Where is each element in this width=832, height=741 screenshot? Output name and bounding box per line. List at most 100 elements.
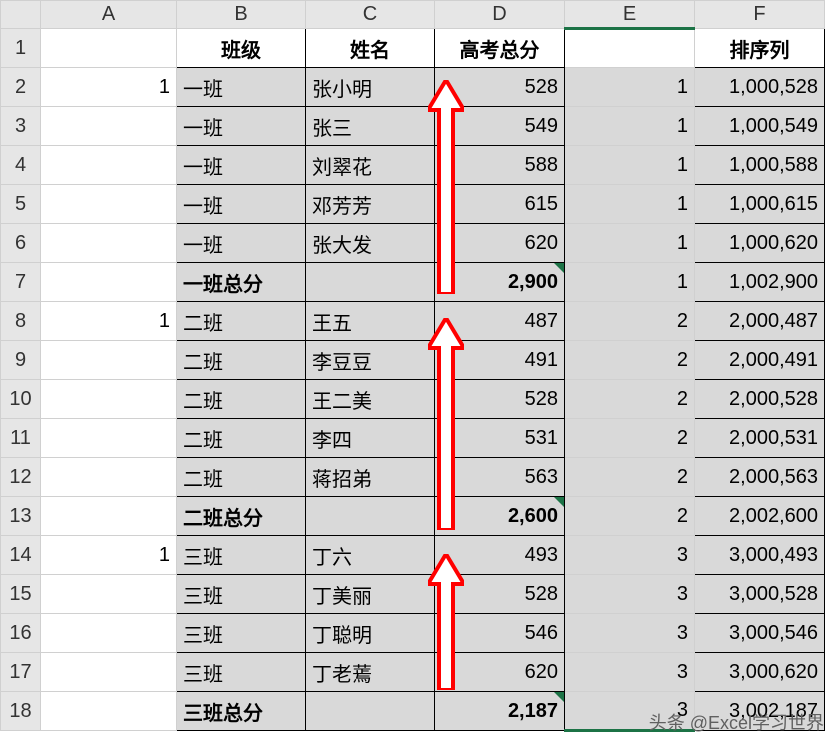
cell-D1[interactable]: 高考总分 (435, 29, 565, 68)
row-header-17[interactable]: 17 (1, 653, 41, 692)
cell-A18[interactable] (41, 692, 177, 731)
cell-C3[interactable]: 张三 (306, 107, 435, 146)
cell-F9[interactable]: 2,000,491 (695, 341, 825, 380)
cell-F10[interactable]: 2,000,528 (695, 380, 825, 419)
cell-B8[interactable]: 二班 (177, 302, 306, 341)
cell-A5[interactable] (41, 185, 177, 224)
cell-B16[interactable]: 三班 (177, 614, 306, 653)
cell-C6[interactable]: 张大发 (306, 224, 435, 263)
cell-F14[interactable]: 3,000,493 (695, 536, 825, 575)
cell-C7[interactable] (306, 263, 435, 302)
cell-E5[interactable]: 1 (565, 185, 695, 224)
cell-E14[interactable]: 3 (565, 536, 695, 575)
cell-B1[interactable]: 班级 (177, 29, 306, 68)
cell-B13[interactable]: 二班总分 (177, 497, 306, 536)
cell-D2[interactable]: 528 (435, 68, 565, 107)
row-header-11[interactable]: 11 (1, 419, 41, 458)
cell-B3[interactable]: 一班 (177, 107, 306, 146)
cell-B18[interactable]: 三班总分 (177, 692, 306, 731)
cell-D11[interactable]: 531 (435, 419, 565, 458)
cell-E7[interactable]: 1 (565, 263, 695, 302)
cell-B14[interactable]: 三班 (177, 536, 306, 575)
cell-A9[interactable] (41, 341, 177, 380)
cell-D9[interactable]: 491 (435, 341, 565, 380)
cell-F8[interactable]: 2,000,487 (695, 302, 825, 341)
cell-D18[interactable]: 2,187 (435, 692, 565, 731)
cell-F3[interactable]: 1,000,549 (695, 107, 825, 146)
cell-E13[interactable]: 2 (565, 497, 695, 536)
cell-F2[interactable]: 1,000,528 (695, 68, 825, 107)
cell-F11[interactable]: 2,000,531 (695, 419, 825, 458)
cell-C13[interactable] (306, 497, 435, 536)
cell-D16[interactable]: 546 (435, 614, 565, 653)
row-header-3[interactable]: 3 (1, 107, 41, 146)
cell-D7[interactable]: 2,900 (435, 263, 565, 302)
cell-A8[interactable]: 1 (41, 302, 177, 341)
cell-C17[interactable]: 丁老蔫 (306, 653, 435, 692)
cell-A2[interactable]: 1 (41, 68, 177, 107)
row-header-12[interactable]: 12 (1, 458, 41, 497)
cell-B5[interactable]: 一班 (177, 185, 306, 224)
cell-A12[interactable] (41, 458, 177, 497)
row-header-10[interactable]: 10 (1, 380, 41, 419)
row-header-1[interactable]: 1 (1, 29, 41, 68)
col-header-F[interactable]: F (695, 1, 825, 29)
cell-F15[interactable]: 3,000,528 (695, 575, 825, 614)
cell-C10[interactable]: 王二美 (306, 380, 435, 419)
col-header-B[interactable]: B (177, 1, 306, 29)
cell-A3[interactable] (41, 107, 177, 146)
cell-E9[interactable]: 2 (565, 341, 695, 380)
cell-A11[interactable] (41, 419, 177, 458)
cell-C5[interactable]: 邓芳芳 (306, 185, 435, 224)
cell-B4[interactable]: 一班 (177, 146, 306, 185)
cell-D3[interactable]: 549 (435, 107, 565, 146)
cell-B15[interactable]: 三班 (177, 575, 306, 614)
cell-B11[interactable]: 二班 (177, 419, 306, 458)
cell-A17[interactable] (41, 653, 177, 692)
row-header-15[interactable]: 15 (1, 575, 41, 614)
cell-B7[interactable]: 一班总分 (177, 263, 306, 302)
cell-C1[interactable]: 姓名 (306, 29, 435, 68)
cell-F7[interactable]: 1,002,900 (695, 263, 825, 302)
cell-C4[interactable]: 刘翠花 (306, 146, 435, 185)
row-header-18[interactable]: 18 (1, 692, 41, 731)
col-header-E[interactable]: E (565, 1, 695, 29)
cell-B10[interactable]: 二班 (177, 380, 306, 419)
cell-F1[interactable]: 排序列 (695, 29, 825, 68)
cell-C14[interactable]: 丁六 (306, 536, 435, 575)
col-header-D[interactable]: D (435, 1, 565, 29)
cell-E4[interactable]: 1 (565, 146, 695, 185)
cell-D14[interactable]: 493 (435, 536, 565, 575)
row-header-6[interactable]: 6 (1, 224, 41, 263)
cell-A6[interactable] (41, 224, 177, 263)
cell-F12[interactable]: 2,000,563 (695, 458, 825, 497)
row-header-2[interactable]: 2 (1, 68, 41, 107)
row-header-13[interactable]: 13 (1, 497, 41, 536)
select-all-corner[interactable] (1, 1, 41, 29)
cell-C12[interactable]: 蒋招弟 (306, 458, 435, 497)
cell-B2[interactable]: 一班 (177, 68, 306, 107)
cell-A7[interactable] (41, 263, 177, 302)
cell-E17[interactable]: 3 (565, 653, 695, 692)
cell-D12[interactable]: 563 (435, 458, 565, 497)
cell-D17[interactable]: 620 (435, 653, 565, 692)
cell-B12[interactable]: 二班 (177, 458, 306, 497)
col-header-C[interactable]: C (306, 1, 435, 29)
cell-C8[interactable]: 王五 (306, 302, 435, 341)
cell-E3[interactable]: 1 (565, 107, 695, 146)
cell-F16[interactable]: 3,000,546 (695, 614, 825, 653)
cell-D6[interactable]: 620 (435, 224, 565, 263)
cell-E11[interactable]: 2 (565, 419, 695, 458)
row-header-4[interactable]: 4 (1, 146, 41, 185)
cell-A10[interactable] (41, 380, 177, 419)
cell-F6[interactable]: 1,000,620 (695, 224, 825, 263)
cell-E16[interactable]: 3 (565, 614, 695, 653)
cell-D15[interactable]: 528 (435, 575, 565, 614)
spreadsheet-grid[interactable]: A B C D E F 1 班级 姓名 高考总分 排序列 21一班张小明5281… (0, 0, 825, 732)
cell-C16[interactable]: 丁聪明 (306, 614, 435, 653)
cell-E6[interactable]: 1 (565, 224, 695, 263)
cell-B17[interactable]: 三班 (177, 653, 306, 692)
cell-D5[interactable]: 615 (435, 185, 565, 224)
cell-B9[interactable]: 二班 (177, 341, 306, 380)
row-header-7[interactable]: 7 (1, 263, 41, 302)
